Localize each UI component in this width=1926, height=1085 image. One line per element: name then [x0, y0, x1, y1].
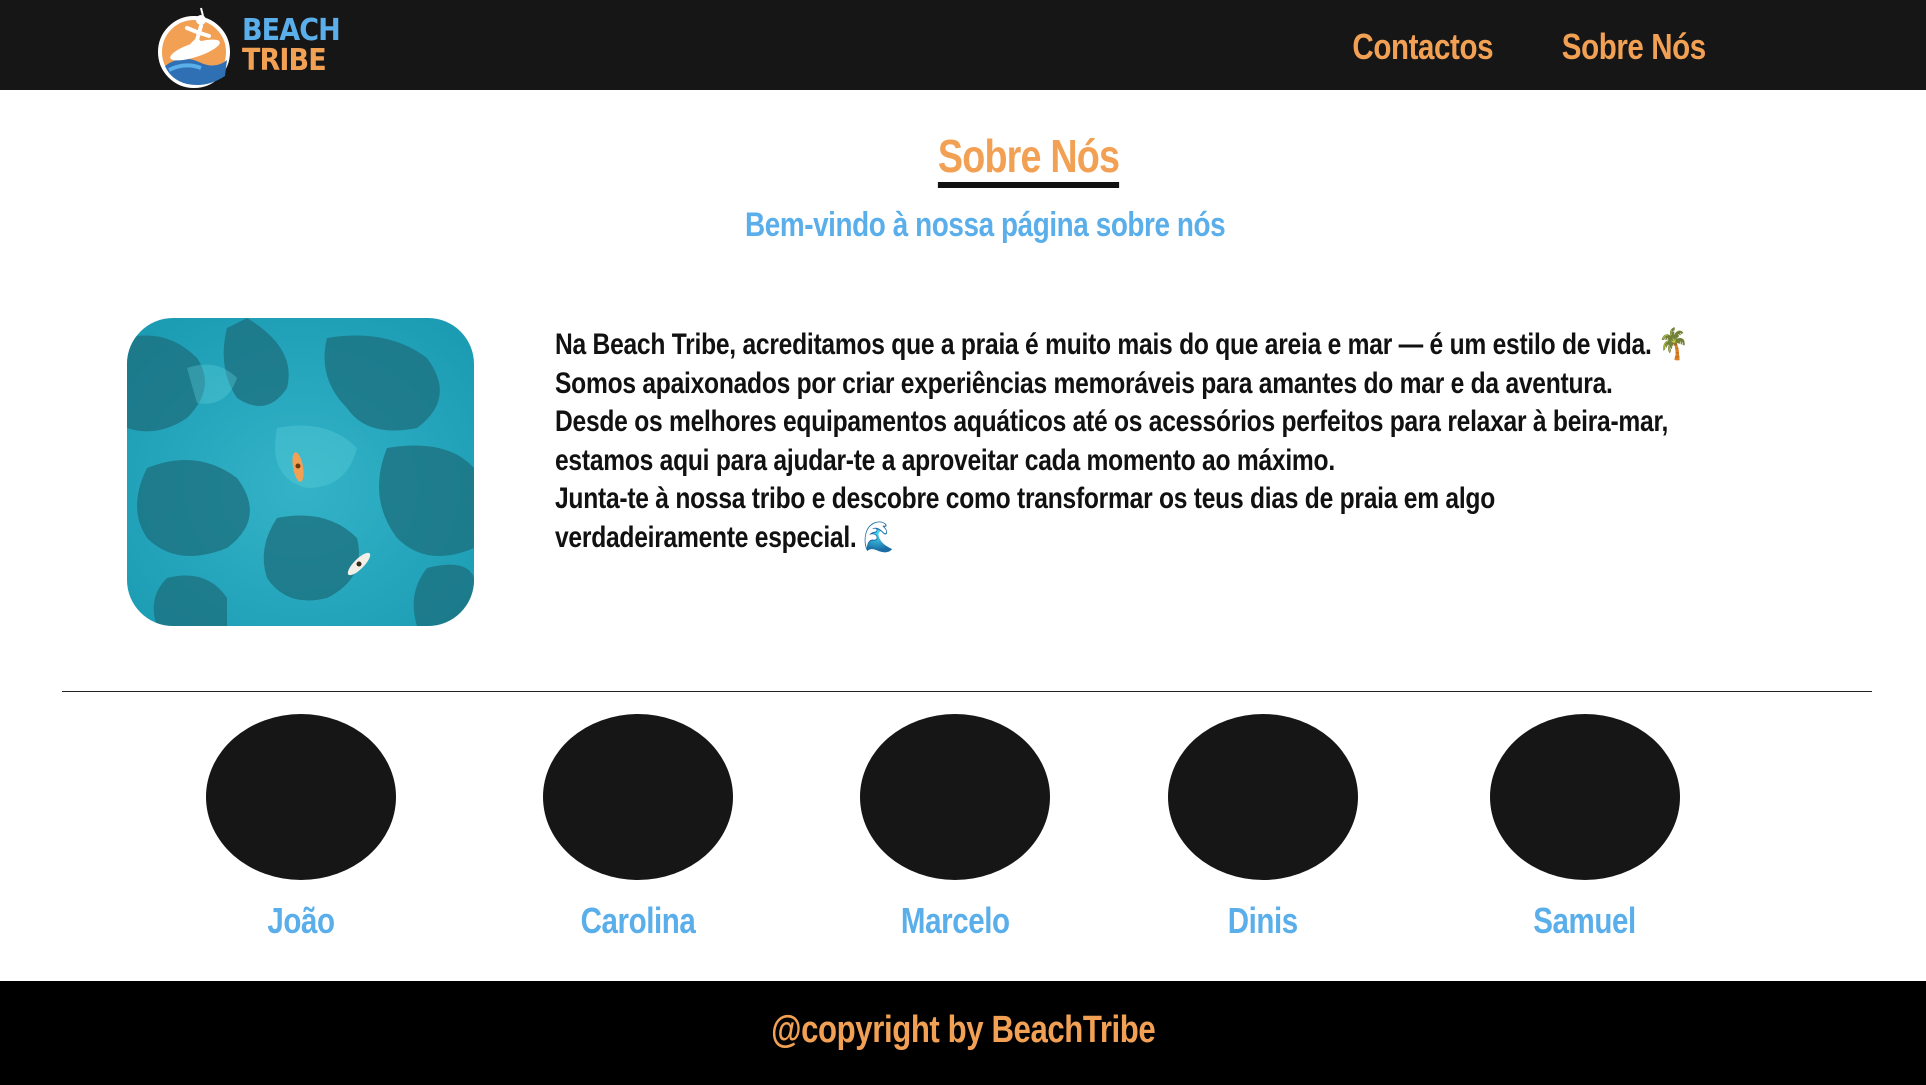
about-line: estamos aqui para ajudar-te a aproveitar…	[555, 443, 1335, 477]
team-member-name: Dinis	[1227, 900, 1299, 941]
page-subtitle: Bem-vindo à nossa página sobre nós	[745, 206, 1226, 244]
about-line: Somos apaixonados por criar experiências…	[555, 366, 1613, 400]
team-member-name: Samuel	[1533, 900, 1637, 941]
team-member-samuel: Samuel	[1490, 714, 1680, 942]
team-member-marcelo: Marcelo	[860, 714, 1050, 942]
nav-links: Contactos Sobre Nós	[1337, 26, 1722, 68]
about-line: Na Beach Tribe, acreditamos que a praia …	[555, 328, 1689, 361]
team-member-carolina: Carolina	[543, 714, 733, 942]
team-member-name: João	[267, 900, 335, 941]
nav-link-sobre-nos[interactable]: Sobre Nós	[1562, 26, 1706, 68]
brand-line-1: BEACH	[242, 13, 341, 48]
avatar	[543, 714, 733, 880]
avatar	[206, 714, 396, 880]
brand-logo[interactable]: BEACH TRIBE	[157, 0, 347, 90]
about-text: Na Beach Tribe, acreditamos que a praia …	[555, 326, 1834, 557]
aerial-ocean-kayaks-photo	[127, 318, 474, 626]
page-footer: @copyright by BeachTribe	[0, 981, 1926, 1085]
footer-copyright-text: @copyright by BeachTribe	[770, 1009, 1156, 1051]
ocean-image	[127, 318, 474, 626]
top-navbar: BEACH TRIBE Contactos Sobre Nós	[0, 0, 1926, 90]
about-line: Desde os melhores equipamentos aquáticos…	[555, 405, 1669, 438]
about-line: Junta-te à nossa tribo e descobre como t…	[555, 482, 1496, 515]
section-divider	[62, 691, 1872, 692]
page-title: Sobre Nós	[0, 130, 1926, 188]
brand-wordmark: BEACH TRIBE	[242, 13, 341, 78]
team-member-joao: João	[206, 714, 396, 942]
brand-line-2: TRIBE	[242, 43, 327, 78]
surfer-logo-icon	[158, 7, 230, 88]
team-member-dinis: Dinis	[1168, 714, 1358, 942]
footer-copyright: @copyright by BeachTribe	[0, 1009, 1926, 1052]
avatar	[860, 714, 1050, 880]
page-title-text: Sobre Nós	[938, 130, 1120, 188]
nav-link-contactos[interactable]: Contactos	[1352, 26, 1493, 68]
about-line: verdadeiramente especial. 🌊	[555, 520, 894, 554]
team-member-name: Carolina	[580, 900, 696, 941]
avatar	[1490, 714, 1680, 880]
avatar	[1168, 714, 1358, 880]
team-member-name: Marcelo	[900, 900, 1010, 941]
